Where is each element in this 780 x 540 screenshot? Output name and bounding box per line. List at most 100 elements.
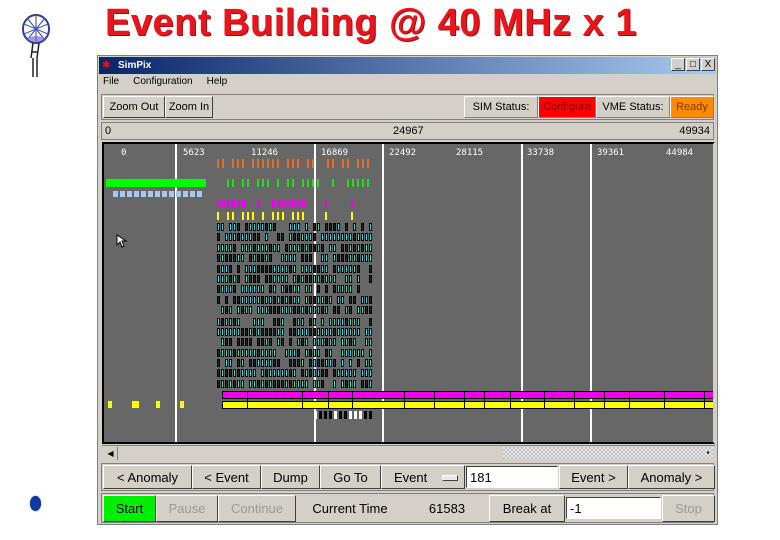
cyan-fragment-mark bbox=[281, 296, 284, 304]
cyan-fragment-mark bbox=[229, 223, 232, 231]
cyan-fragment-mark bbox=[277, 275, 280, 283]
green-event-mark bbox=[287, 179, 289, 187]
magenta-event-mark bbox=[287, 200, 290, 208]
goto-type-select[interactable]: Event bbox=[381, 465, 465, 489]
slide-title: Event Building @ 40 MHz x 1 bbox=[105, 2, 637, 44]
cyan-fragment-mark bbox=[269, 359, 272, 367]
green-event-mark bbox=[362, 179, 364, 187]
scroll-right-icon[interactable]: ▪ bbox=[703, 447, 713, 459]
cyan-fragment-mark bbox=[253, 265, 256, 273]
cyan-fragment-mark bbox=[257, 306, 260, 314]
cyan-fragment-mark bbox=[241, 369, 244, 377]
cyan-fragment-mark bbox=[217, 369, 220, 377]
goto-value-input[interactable]: 181 bbox=[466, 466, 558, 488]
cyan-fragment-mark bbox=[221, 349, 224, 357]
cyan-fragment-mark bbox=[337, 265, 340, 273]
pause-button[interactable]: Pause bbox=[156, 495, 218, 522]
stop-button[interactable]: Stop bbox=[662, 495, 715, 522]
dump-button[interactable]: Dump bbox=[261, 465, 320, 489]
fragment-mark bbox=[349, 411, 352, 419]
cyan-fragment-mark bbox=[289, 285, 292, 293]
cyan-fragment-mark bbox=[317, 359, 320, 367]
green-event-mark bbox=[257, 179, 259, 187]
yellow-marker bbox=[135, 401, 139, 408]
cyan-fragment-mark bbox=[229, 306, 232, 314]
yellow-event-mark bbox=[217, 212, 219, 220]
minimize-button[interactable]: _ bbox=[671, 58, 685, 71]
window-titlebar[interactable]: ✱ SimPix _ □ X bbox=[99, 57, 716, 74]
orange-event-mark bbox=[357, 159, 359, 168]
cyan-fragment-mark bbox=[225, 285, 228, 293]
close-button[interactable]: X bbox=[701, 58, 715, 71]
light-blue-mark bbox=[141, 191, 146, 197]
cyan-fragment-mark bbox=[349, 349, 352, 357]
event-timeline-canvas[interactable]: 0 5623 11246 16869 22492 28115 33738 393… bbox=[102, 142, 715, 444]
yellow-bar bbox=[222, 401, 713, 409]
cyan-fragment-mark bbox=[305, 233, 308, 241]
cyan-fragment-mark bbox=[289, 338, 292, 346]
bar-divider bbox=[484, 391, 485, 409]
cyan-fragment-mark bbox=[313, 306, 316, 314]
cyan-fragment-mark bbox=[257, 244, 260, 252]
cyan-fragment-mark bbox=[233, 223, 236, 231]
cyan-fragment-mark bbox=[353, 380, 356, 388]
cyan-fragment-mark bbox=[281, 369, 284, 377]
light-blue-mark bbox=[197, 191, 202, 197]
scroll-track[interactable] bbox=[503, 447, 713, 459]
prev-anomaly-button[interactable]: < Anomaly bbox=[103, 465, 192, 489]
scroll-left-icon[interactable]: ◀ bbox=[104, 447, 118, 460]
tick-label: 33738 bbox=[527, 148, 555, 158]
cyan-fragment-mark bbox=[245, 369, 248, 377]
cyan-fragment-mark bbox=[237, 254, 240, 262]
cyan-fragment-mark bbox=[249, 338, 252, 346]
cyan-fragment-mark bbox=[301, 318, 304, 326]
cyan-fragment-mark bbox=[345, 380, 348, 388]
orange-event-mark bbox=[307, 159, 309, 168]
next-anomaly-button[interactable]: Anomaly > bbox=[628, 465, 715, 489]
menu-help[interactable]: Help bbox=[207, 76, 228, 91]
orange-event-mark bbox=[332, 159, 334, 168]
cyan-fragment-mark bbox=[293, 233, 296, 241]
cyan-fragment-mark bbox=[357, 285, 360, 293]
cyan-fragment-mark bbox=[221, 244, 224, 252]
break-at-button[interactable]: Break at bbox=[489, 495, 565, 522]
cyan-fragment-mark bbox=[237, 223, 240, 231]
green-event-mark bbox=[302, 179, 304, 187]
cyan-fragment-mark bbox=[353, 254, 356, 262]
cyan-fragment-mark bbox=[361, 349, 364, 357]
cyan-fragment-mark bbox=[253, 380, 256, 388]
bar-divider bbox=[434, 391, 435, 409]
horizontal-scrollbar[interactable]: ◀ ▪ bbox=[102, 445, 715, 461]
fragment-mark bbox=[354, 411, 357, 419]
cyan-fragment-mark bbox=[369, 328, 372, 336]
fragment-mark bbox=[334, 411, 337, 419]
continue-button[interactable]: Continue bbox=[218, 495, 296, 522]
cyan-fragment-mark bbox=[281, 328, 284, 336]
cyan-fragment-mark bbox=[233, 369, 236, 377]
cyan-fragment-mark bbox=[289, 328, 292, 336]
zoom-in-button[interactable]: Zoom In bbox=[165, 96, 213, 118]
break-at-input[interactable]: -1 bbox=[566, 497, 661, 519]
menu-configuration[interactable]: Configuration bbox=[133, 76, 192, 91]
cyan-fragment-mark bbox=[293, 244, 296, 252]
orange-event-mark bbox=[347, 159, 349, 168]
cyan-fragment-mark bbox=[293, 285, 296, 293]
light-blue-mark bbox=[183, 191, 188, 197]
prev-event-button[interactable]: < Event bbox=[192, 465, 261, 489]
cyan-fragment-mark bbox=[281, 306, 284, 314]
maximize-button[interactable]: □ bbox=[686, 58, 700, 71]
cyan-fragment-mark bbox=[293, 359, 296, 367]
cyan-fragment-mark bbox=[329, 275, 332, 283]
cyan-fragment-mark bbox=[217, 275, 220, 283]
green-bar bbox=[106, 179, 206, 187]
cyan-fragment-mark bbox=[297, 349, 300, 357]
zoom-out-button[interactable]: Zoom Out bbox=[103, 96, 165, 118]
next-event-button[interactable]: Event > bbox=[559, 465, 628, 489]
cyan-fragment-mark bbox=[269, 244, 272, 252]
cyan-fragment-mark bbox=[237, 233, 240, 241]
magenta-event-mark bbox=[242, 200, 245, 208]
start-button[interactable]: Start bbox=[103, 495, 156, 522]
goto-button[interactable]: Go To bbox=[320, 465, 381, 489]
menu-file[interactable]: File bbox=[103, 76, 119, 91]
magenta-bar bbox=[222, 391, 713, 399]
